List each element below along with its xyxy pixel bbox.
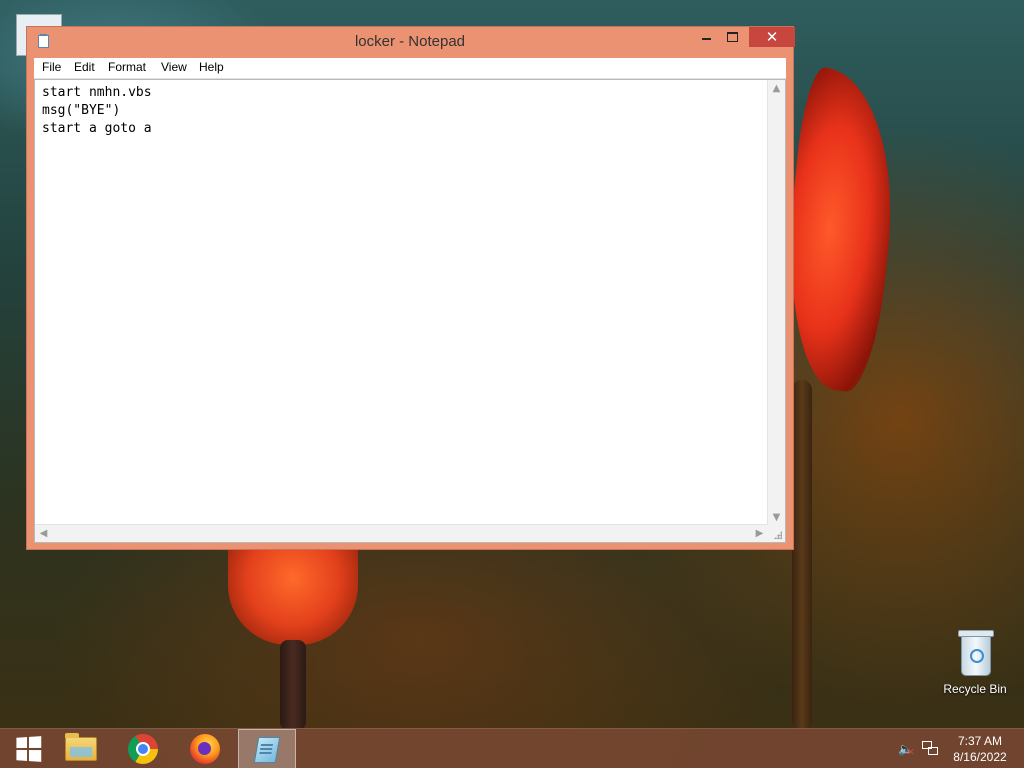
- minimize-icon: [701, 37, 711, 40]
- vertical-scrollbar[interactable]: ▲ ▼: [767, 80, 785, 526]
- clock-time: 7:37 AM: [957, 734, 1003, 748]
- network-icon[interactable]: [922, 741, 938, 757]
- text-editor-area[interactable]: start nmhn.vbs msg("BYE") start a goto a…: [34, 79, 786, 543]
- menu-help[interactable]: Help: [197, 60, 226, 74]
- wallpaper-tulip: [228, 550, 358, 645]
- editor-line[interactable]: start a goto a: [42, 120, 762, 138]
- menu-edit[interactable]: Edit: [72, 60, 97, 74]
- minimize-button[interactable]: [693, 27, 719, 47]
- desktop: Recycle Bin locker - Notepad ✕ File Edit…: [0, 0, 1024, 768]
- taskbar-notepad[interactable]: [238, 729, 296, 768]
- wallpaper-stem: [280, 640, 306, 730]
- notepad-icon: [253, 737, 281, 763]
- scroll-down-arrow-icon[interactable]: ▼: [768, 509, 785, 526]
- windows-logo-icon: [16, 736, 42, 762]
- taskbar-chrome[interactable]: [114, 729, 172, 768]
- menu-file[interactable]: File: [40, 60, 63, 74]
- scroll-up-arrow-icon[interactable]: ▲: [768, 80, 785, 97]
- editor-content[interactable]: start nmhn.vbs msg("BYE") start a goto a: [42, 84, 762, 138]
- chrome-icon: [128, 734, 158, 764]
- horizontal-scrollbar[interactable]: ◀ ▶: [35, 524, 768, 542]
- taskbar-file-explorer[interactable]: [52, 729, 110, 768]
- menu-bar: File Edit Format View Help: [34, 58, 786, 79]
- taskbar-firefox[interactable]: [176, 729, 234, 768]
- close-icon: ✕: [765, 28, 779, 46]
- file-explorer-icon: [65, 733, 97, 761]
- resize-grip-icon[interactable]: [768, 525, 785, 542]
- recycle-bin-shortcut[interactable]: Recycle Bin: [936, 630, 1014, 696]
- maximize-icon: [726, 31, 738, 42]
- maximize-button[interactable]: [719, 27, 745, 47]
- menu-view[interactable]: View: [159, 60, 189, 74]
- volume-muted-icon[interactable]: 🔈 ✕: [898, 742, 915, 758]
- scroll-right-arrow-icon[interactable]: ▶: [751, 525, 768, 542]
- taskbar: 🔈 ✕ 7:37 AM 8/16/2022: [0, 728, 1024, 768]
- editor-line[interactable]: msg("BYE"): [42, 102, 762, 120]
- notepad-window: locker - Notepad ✕ File Edit Format View…: [26, 26, 795, 550]
- window-title: locker - Notepad: [354, 33, 466, 50]
- menu-format[interactable]: Format: [106, 60, 148, 74]
- close-button[interactable]: ✕: [749, 27, 795, 47]
- recycle-bin-label: Recycle Bin: [943, 682, 1007, 696]
- editor-line[interactable]: start nmhn.vbs: [42, 84, 762, 102]
- firefox-icon: [190, 734, 220, 764]
- recycle-bin-icon: [958, 630, 994, 676]
- system-clock[interactable]: 7:37 AM 8/16/2022: [945, 733, 1015, 765]
- start-button[interactable]: [4, 729, 44, 768]
- wallpaper-stem: [792, 380, 812, 730]
- clock-date: 8/16/2022: [953, 750, 1007, 764]
- scroll-left-arrow-icon[interactable]: ◀: [35, 525, 52, 542]
- title-bar[interactable]: locker - Notepad ✕: [27, 27, 795, 57]
